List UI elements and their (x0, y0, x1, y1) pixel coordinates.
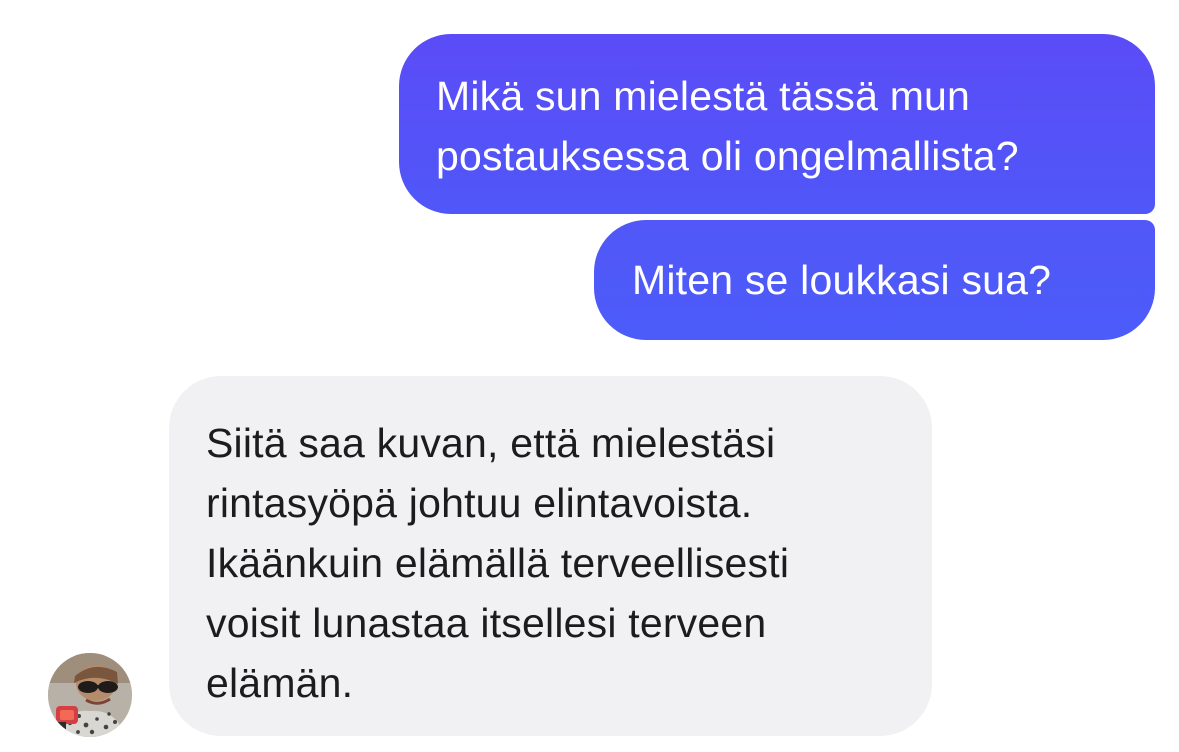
user-avatar-photo-icon (48, 653, 132, 737)
incoming-message-bubble[interactable]: Siitä saa kuvan, että mielestäsi rintasy… (169, 376, 932, 736)
outgoing-message-bubble[interactable]: Miten se loukkasi sua? (594, 220, 1155, 340)
message-thread: Mikä sun mielestä tässä mun postauksessa… (0, 0, 1179, 752)
sender-avatar[interactable] (48, 653, 132, 737)
outgoing-message-bubble[interactable]: Mikä sun mielestä tässä mun postauksessa… (399, 34, 1155, 214)
